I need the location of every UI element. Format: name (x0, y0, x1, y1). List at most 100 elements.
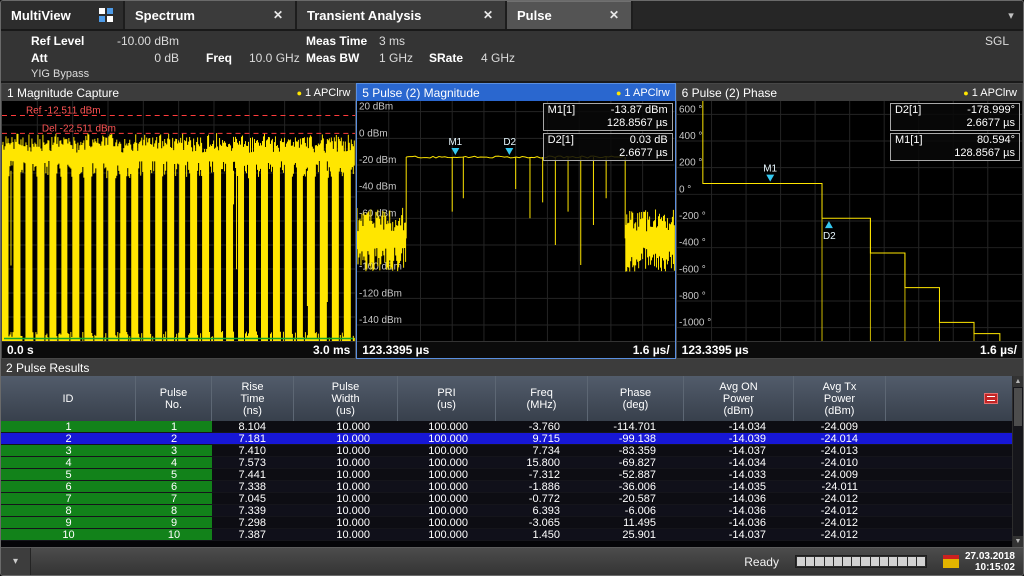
cell: 4 (136, 457, 212, 468)
panel-pulse-phase[interactable]: 6 Pulse (2) Phase ● 1 APClrw 600 °400 °2… (676, 83, 1023, 359)
tab-spectrum[interactable]: Spectrum ✕ (125, 1, 297, 29)
pulse-phase-plot[interactable]: 600 °400 °200 °0 °-200 °-400 °-600 °-800… (677, 101, 1022, 341)
cell-filler (886, 457, 1012, 468)
cell: 100.000 (398, 469, 496, 480)
table-config-icon[interactable] (984, 393, 998, 404)
cell: 10.000 (294, 517, 398, 528)
meas-time-value[interactable]: 3 ms (379, 34, 405, 48)
table-row-10[interactable]: 10107.38710.000100.0001.45025.901-14.037… (1, 529, 1012, 541)
column-header-4[interactable]: PRI (us) (398, 376, 496, 421)
svg-text:M1: M1 (449, 137, 463, 148)
svg-text:-600 °: -600 ° (679, 264, 706, 275)
column-header-2[interactable]: Rise Time (ns) (212, 376, 294, 421)
cell: -14.036 (684, 517, 794, 528)
marker-readout-m1: M1[1] 80.594° 128.8567 µs (890, 133, 1020, 161)
cell: -6.006 (588, 505, 684, 516)
cell: 7.045 (212, 493, 294, 504)
cell: 7.410 (212, 445, 294, 456)
cell: -14.036 (684, 505, 794, 516)
cell: -24.014 (794, 433, 886, 444)
marker-readouts: D2[1] -178.999° 2.6677 µs M1[1] 80.594° … (890, 103, 1020, 161)
statusbar-toggle-icon[interactable]: ▾ (1, 548, 31, 575)
cell: 1 (1, 421, 136, 432)
column-header-7[interactable]: Avg ON Power (dBm) (684, 376, 794, 421)
marker-name: D2[1] (548, 134, 574, 147)
table-row-1[interactable]: 118.10410.000100.000-3.760-114.701-14.03… (1, 421, 1012, 433)
cell: 11.495 (588, 517, 684, 528)
table-row-7[interactable]: 777.04510.000100.000-0.772-20.587-14.036… (1, 493, 1012, 505)
cell: 8.104 (212, 421, 294, 432)
cell: 10.000 (294, 457, 398, 468)
cell: 7.441 (212, 469, 294, 480)
close-icon[interactable]: ✕ (481, 8, 495, 22)
att-value[interactable]: 0 dB (101, 51, 179, 65)
column-header-5[interactable]: Freq (MHz) (496, 376, 588, 421)
cell: -24.013 (794, 445, 886, 456)
cell: 10.000 (294, 469, 398, 480)
svg-text:-140 dBm: -140 dBm (359, 315, 402, 326)
progress-bar (795, 555, 927, 568)
table-row-9[interactable]: 997.29810.000100.000-3.06511.495-14.036-… (1, 517, 1012, 529)
pulse-magnitude-plot[interactable]: 20 dBm0 dBm-20 dBm-40 dBm-60 dBm-80 dBm-… (357, 101, 674, 341)
close-icon[interactable]: ✕ (607, 8, 621, 22)
column-header-3[interactable]: Pulse Width (us) (294, 376, 398, 421)
tab-transient-analysis[interactable]: Transient Analysis ✕ (297, 1, 507, 29)
cell: 100.000 (398, 517, 496, 528)
table-row-8[interactable]: 887.33910.000100.0006.393-6.006-14.036-2… (1, 505, 1012, 517)
column-header-0[interactable]: ID (1, 376, 136, 421)
meas-bw-label: Meas BW (306, 51, 359, 65)
close-icon[interactable]: ✕ (271, 8, 285, 22)
freq-value[interactable]: 10.0 GHz (249, 51, 300, 65)
table-row-6[interactable]: 667.33810.000100.000-1.886-36.006-14.035… (1, 481, 1012, 493)
tab-overflow-caret-icon[interactable]: ▾ (999, 1, 1023, 29)
scroll-up-icon[interactable]: ▲ (1013, 376, 1023, 387)
marker-x: 128.8567 µs (607, 117, 668, 130)
column-header-6[interactable]: Phase (deg) (588, 376, 684, 421)
ref-level-label: Ref Level (31, 34, 84, 48)
results-header-row: IDPulse No.Rise Time (ns)Pulse Width (us… (1, 376, 1012, 421)
table-scrollbar[interactable]: ▲ ▼ (1012, 376, 1023, 547)
column-header-1[interactable]: Pulse No. (136, 376, 212, 421)
cell: 9.715 (496, 433, 588, 444)
table-row-4[interactable]: 447.57310.000100.00015.800-69.827-14.034… (1, 457, 1012, 469)
cell: 100.000 (398, 481, 496, 492)
scroll-thumb[interactable] (1014, 388, 1022, 426)
column-header-8[interactable]: Avg Tx Power (dBm) (794, 376, 886, 421)
cell: 100.000 (398, 421, 496, 432)
tab-multiview[interactable]: MultiView (1, 1, 125, 29)
svg-text:-40 dBm: -40 dBm (359, 182, 396, 193)
marker-readout-d2: D2[1] 0.03 dB 2.6677 µs (543, 133, 673, 161)
xaxis-end: 3.0 ms (313, 343, 350, 357)
panel-pulse-phase-header[interactable]: 6 Pulse (2) Phase ● 1 APClrw (677, 84, 1022, 101)
panel-pulse-magnitude-header[interactable]: 5 Pulse (2) Magnitude ● 1 APClrw (357, 84, 674, 101)
cell: 2 (1, 433, 136, 444)
table-row-5[interactable]: 557.44110.000100.000-7.312-52.887-14.033… (1, 469, 1012, 481)
trace-indicator: ● 1 APClrw (297, 87, 351, 99)
svg-text:600 °: 600 ° (679, 104, 702, 115)
cell: -24.009 (794, 469, 886, 480)
cell-filler (886, 493, 1012, 504)
chart-panels-row: 1 Magnitude Capture ● 1 APClrw Ref -12.5… (1, 83, 1023, 359)
cell: 7.339 (212, 505, 294, 516)
table-row-2[interactable]: 227.18110.000100.0009.715-99.138-14.039-… (1, 433, 1012, 445)
panel-magnitude-capture[interactable]: 1 Magnitude Capture ● 1 APClrw Ref -12.5… (1, 83, 356, 359)
cell: -7.312 (496, 469, 588, 480)
table-row-3[interactable]: 337.41010.000100.0007.734-83.359-14.037-… (1, 445, 1012, 457)
calendar-icon (943, 555, 959, 568)
panel-pulse-magnitude[interactable]: 5 Pulse (2) Magnitude ● 1 APClrw 20 dBm0… (356, 83, 675, 359)
tab-pulse[interactable]: Pulse ✕ (507, 1, 633, 29)
cell-filler (886, 421, 1012, 432)
panel-magnitude-capture-header[interactable]: 1 Magnitude Capture ● 1 APClrw (2, 84, 355, 101)
meas-time-label: Meas Time (306, 34, 367, 48)
marker-readout-d2: D2[1] -178.999° 2.6677 µs (890, 103, 1020, 131)
scroll-down-icon[interactable]: ▼ (1013, 536, 1023, 547)
scroll-track[interactable] (1013, 427, 1023, 536)
pulse-results-title[interactable]: 2 Pulse Results (1, 359, 1023, 376)
svg-text:0 dBm: 0 dBm (359, 128, 388, 139)
cell: 1.450 (496, 529, 588, 540)
meas-bw-value[interactable]: 1 GHz (379, 51, 413, 65)
cell: 10.000 (294, 505, 398, 516)
ref-level-value[interactable]: -10.00 dBm (101, 34, 179, 48)
srate-value[interactable]: 4 GHz (481, 51, 515, 65)
magnitude-capture-plot[interactable]: Ref -12.511 dBmDel -22.511 dBm (2, 101, 355, 341)
